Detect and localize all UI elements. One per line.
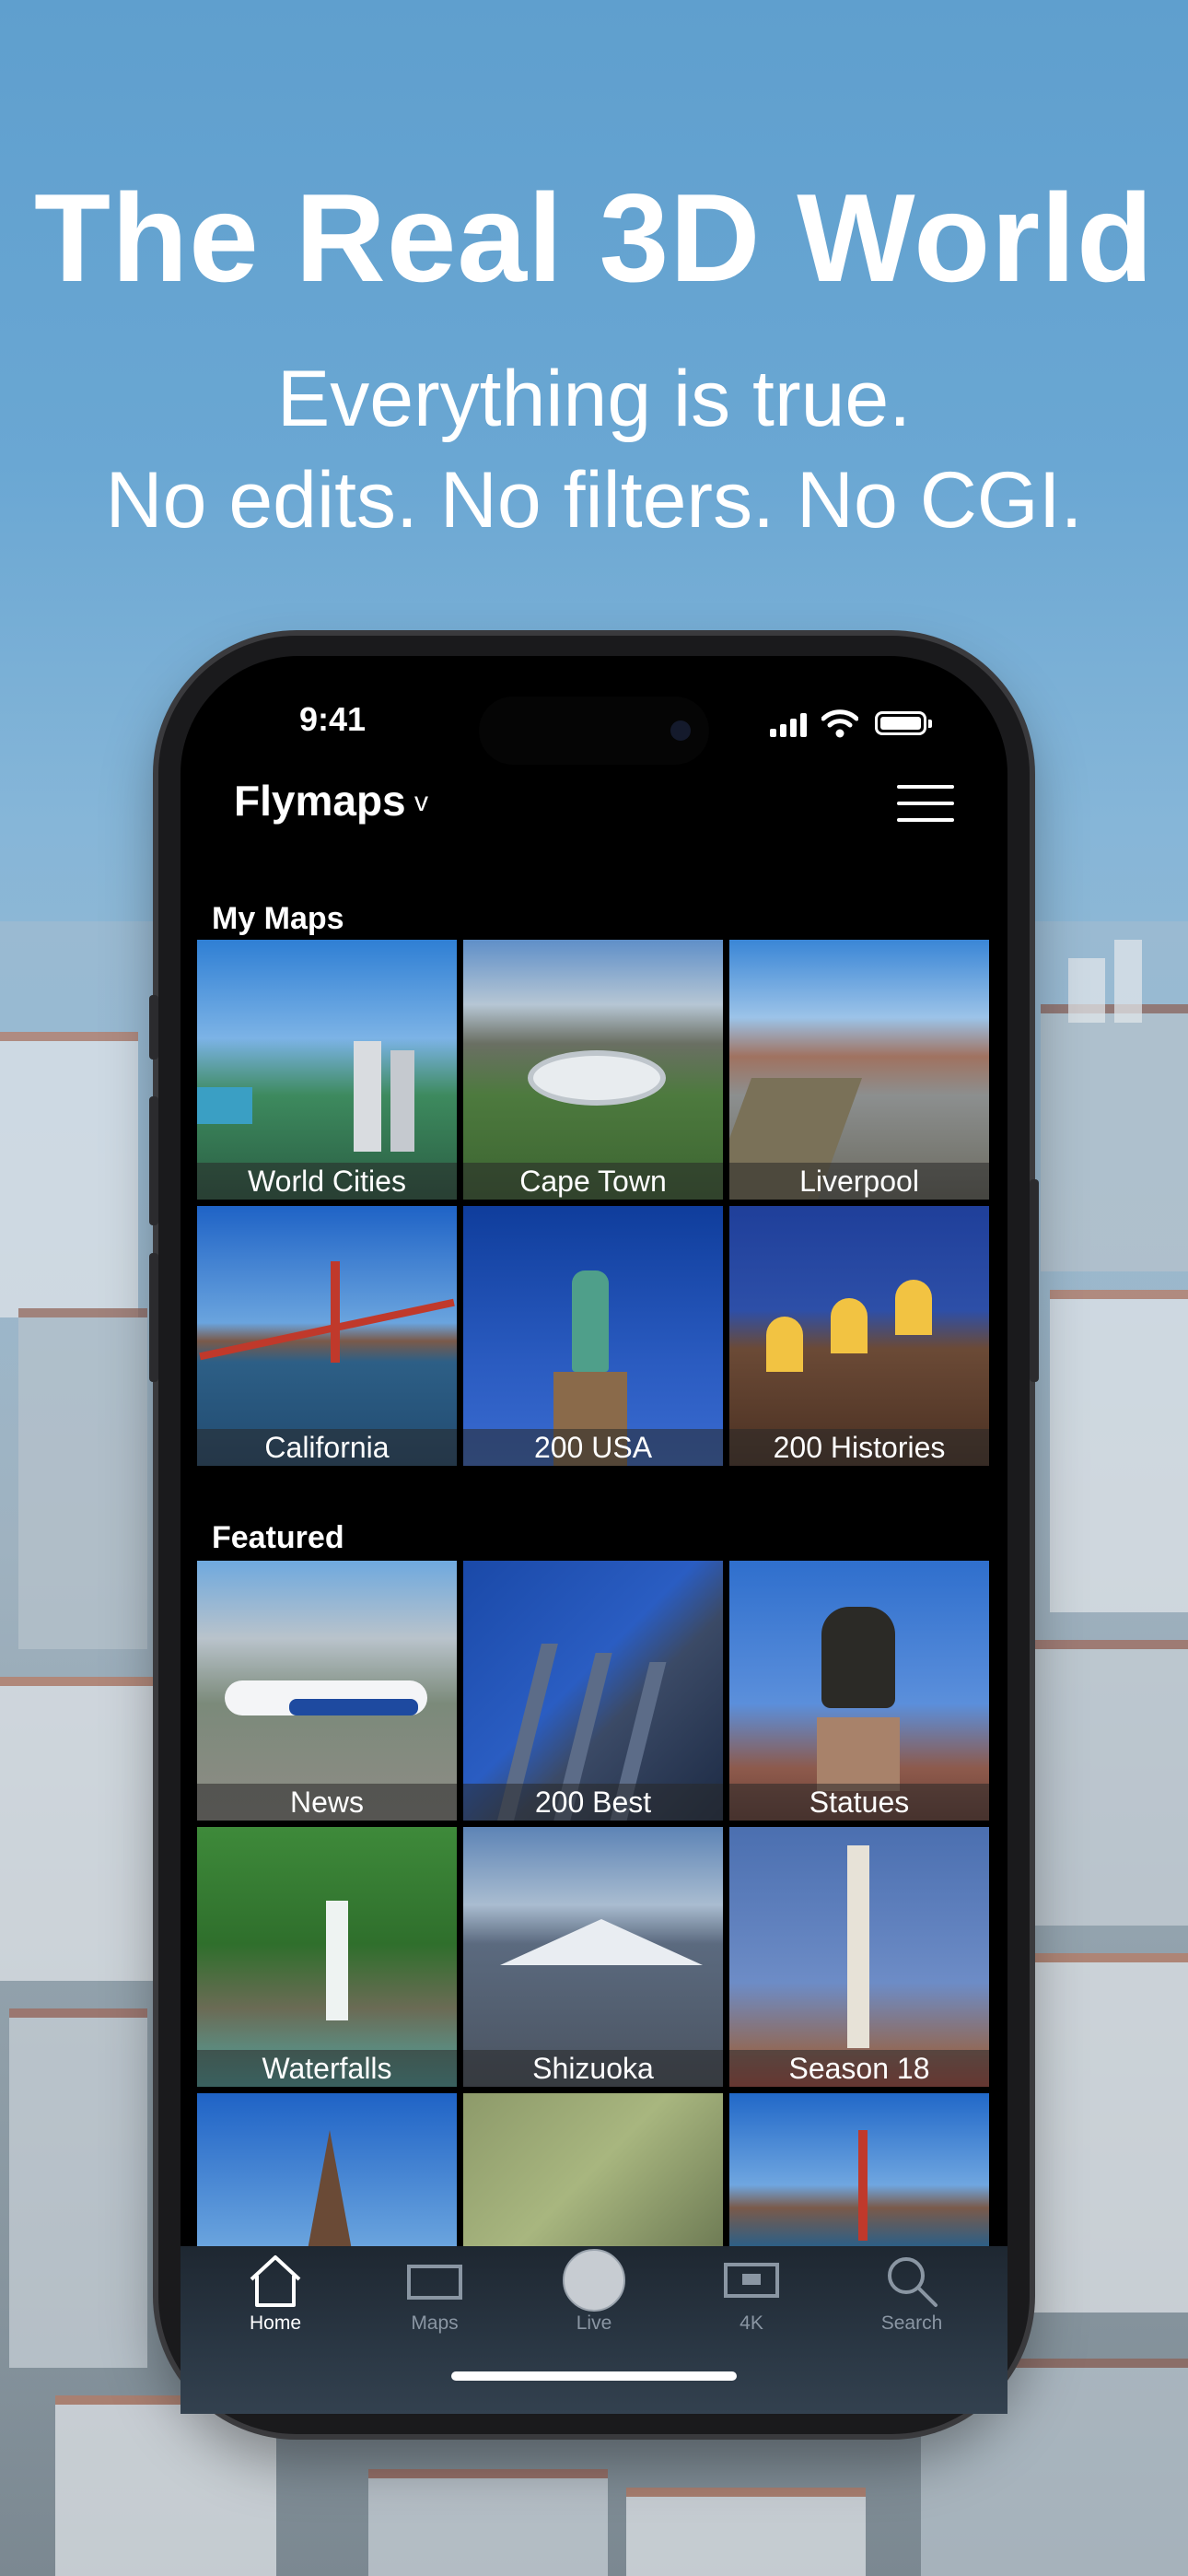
featured-tile-statues[interactable]: Statues [729, 1561, 989, 1821]
map-tile-liverpool[interactable]: Liverpool [729, 940, 989, 1200]
circle-icon [563, 2249, 625, 2312]
tab-search[interactable]: Search [847, 2254, 976, 2346]
map-tile-cape-town[interactable]: Cape Town [463, 940, 723, 1200]
tile-label: Statues [729, 1784, 989, 1821]
tab-label: 4K [740, 2313, 763, 2334]
tile-label: Liverpool [729, 1163, 989, 1200]
map-tile-california[interactable]: California [197, 1206, 457, 1466]
tab-label: Maps [411, 2313, 459, 2334]
map-tile-200-usa[interactable]: 200 USA [463, 1206, 723, 1466]
tile-label: 200 Best [463, 1784, 723, 1821]
tab-live[interactable]: Live [530, 2249, 658, 2346]
tile-label: Cape Town [463, 1163, 723, 1200]
tile-label: World Cities [197, 1163, 457, 1200]
featured-tile-news[interactable]: News [197, 1561, 457, 1821]
status-time: 9:41 [299, 700, 367, 738]
tile-label: Shizuoka [463, 2050, 723, 2087]
featured-tile-waterfalls[interactable]: Waterfalls [197, 1827, 457, 2087]
map-tile-200-histories[interactable]: 200 Histories [729, 1206, 989, 1466]
tile-label: News [197, 1784, 457, 1821]
tile-label: 200 Histories [729, 1429, 989, 1466]
featured-tile-season-18[interactable]: Season 18 [729, 1827, 989, 2087]
featured-tile-200-best[interactable]: 200 Best [463, 1561, 723, 1821]
section-label-featured: Featured [212, 1520, 344, 1555]
side-button-left-1 [149, 995, 158, 1060]
tile-label: 200 USA [463, 1429, 723, 1466]
signal-icon [770, 713, 809, 737]
screen-icon [724, 2263, 779, 2298]
featured-tile-golden-gate[interactable] [729, 2093, 989, 2246]
hero-subline-1: Everything is true. [276, 355, 912, 443]
house-icon [250, 2255, 301, 2307]
tab-4k[interactable]: 4K [687, 2254, 816, 2346]
rectangle-icon [407, 2265, 462, 2300]
featured-tile-aerial-field[interactable] [463, 2093, 723, 2246]
side-button-left-3 [149, 1253, 158, 1382]
featured-tile-shizuoka[interactable]: Shizuoka [463, 1827, 723, 2087]
battery-icon [875, 711, 932, 735]
tab-maps[interactable]: Maps [370, 2254, 499, 2346]
search-icon [888, 2257, 938, 2307]
tab-label: Home [249, 2313, 302, 2334]
home-indicator[interactable] [451, 2371, 737, 2381]
tile-label: Waterfalls [197, 2050, 457, 2087]
chevron-down-icon[interactable]: v [414, 787, 428, 818]
hamburger-menu-icon[interactable] [897, 785, 954, 822]
tab-label: Live [576, 2313, 612, 2334]
tab-home[interactable]: Home [211, 2254, 340, 2346]
section-label-my-maps: My Maps [212, 901, 344, 936]
camera-dot [670, 720, 691, 741]
map-tile-world-cities[interactable]: World Cities [197, 940, 457, 1200]
tab-label: Search [880, 2313, 943, 2334]
hero-subline-2: No edits. No filters. No CGI. [105, 456, 1083, 544]
side-button-right [1030, 1179, 1039, 1382]
tile-label: California [197, 1429, 457, 1466]
hero-headline: The Real 3D World [33, 168, 1155, 308]
tile-label: Season 18 [729, 2050, 989, 2087]
featured-tile-paris[interactable] [197, 2093, 457, 2246]
wifi-icon [821, 709, 858, 738]
app-title[interactable]: Flymaps [234, 776, 406, 825]
side-button-left-2 [149, 1096, 158, 1225]
